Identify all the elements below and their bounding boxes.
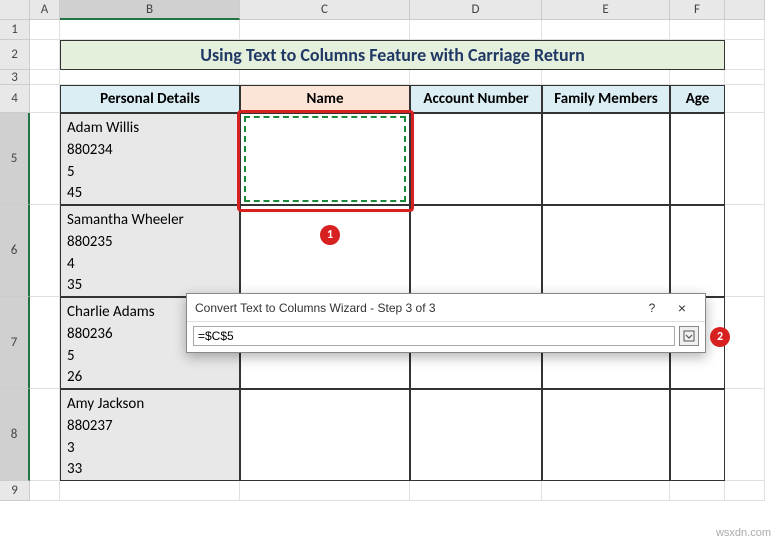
cell-c9[interactable] (240, 481, 410, 501)
cell-a3[interactable] (30, 70, 60, 85)
cell-b5[interactable]: Adam Willis 880234 5 45 (60, 113, 240, 205)
col-header-b[interactable]: B (60, 0, 240, 20)
cell-b1[interactable] (60, 20, 240, 40)
cell-b3[interactable] (60, 70, 240, 85)
title-cell[interactable]: Using Text to Columns Feature with Carri… (60, 40, 725, 70)
row-header-2[interactable]: 2 (0, 40, 30, 70)
collapse-dialog-button[interactable] (679, 326, 699, 346)
cell-e9[interactable] (542, 481, 670, 501)
watermark: wsxdn.com (716, 527, 771, 539)
callout-badge-2: 2 (710, 327, 730, 347)
destination-input[interactable] (193, 326, 675, 346)
cell-b6[interactable]: Samantha Wheeler 880235 4 35 (60, 205, 240, 297)
cell-g9[interactable] (725, 481, 765, 501)
cell-d8[interactable] (410, 389, 542, 481)
cell-c8[interactable] (240, 389, 410, 481)
header-name[interactable]: Name (240, 85, 410, 113)
cell-c6[interactable] (240, 205, 410, 297)
cell-g8[interactable] (725, 389, 765, 481)
spreadsheet-grid: A B C D E F 1 2 Using Text to Columns Fe… (0, 0, 781, 501)
cell-a2[interactable] (30, 40, 60, 70)
col-header-c[interactable]: C (240, 0, 410, 20)
header-family-members[interactable]: Family Members (542, 85, 670, 113)
collapse-icon (683, 330, 695, 342)
row-header-3[interactable]: 3 (0, 70, 30, 85)
col-header-e[interactable]: E (542, 0, 670, 20)
cell-c1[interactable] (240, 20, 410, 40)
cell-g1[interactable] (725, 20, 765, 40)
cell-e3[interactable] (542, 70, 670, 85)
header-account-number[interactable]: Account Number (410, 85, 542, 113)
cell-b9[interactable] (60, 481, 240, 501)
cell-a7[interactable] (30, 297, 60, 389)
cell-c5[interactable] (240, 113, 410, 205)
cell-f9[interactable] (670, 481, 725, 501)
row-header-4[interactable]: 4 (0, 85, 30, 113)
cell-g7[interactable] (725, 297, 765, 389)
cell-e6[interactable] (542, 205, 670, 297)
cell-a4[interactable] (30, 85, 60, 113)
cell-d3[interactable] (410, 70, 542, 85)
row-header-5[interactable]: 5 (0, 113, 30, 205)
cell-a6[interactable] (30, 205, 60, 297)
col-header-d[interactable]: D (410, 0, 542, 20)
cell-a1[interactable] (30, 20, 60, 40)
cell-e5[interactable] (542, 113, 670, 205)
row-header-8[interactable]: 8 (0, 389, 30, 481)
cell-a8[interactable] (30, 389, 60, 481)
header-personal-details[interactable]: Personal Details (60, 85, 240, 113)
select-all-corner[interactable] (0, 0, 30, 20)
cell-f5[interactable] (670, 113, 725, 205)
row-header-7[interactable]: 7 (0, 297, 30, 389)
col-header-f[interactable]: F (670, 0, 725, 20)
cell-f8[interactable] (670, 389, 725, 481)
cell-d6[interactable] (410, 205, 542, 297)
cell-f3[interactable] (670, 70, 725, 85)
cell-d9[interactable] (410, 481, 542, 501)
dialog-titlebar[interactable]: Convert Text to Columns Wizard - Step 3 … (187, 294, 705, 322)
cell-g3[interactable] (725, 70, 765, 85)
row-header-6[interactable]: 6 (0, 205, 30, 297)
text-to-columns-dialog: Convert Text to Columns Wizard - Step 3 … (186, 293, 706, 353)
row-header-9[interactable]: 9 (0, 481, 30, 501)
dialog-close-button[interactable]: × (667, 300, 697, 316)
cell-g5[interactable] (725, 113, 765, 205)
header-age[interactable]: Age (670, 85, 725, 113)
col-header-blank (725, 0, 765, 20)
dialog-help-button[interactable]: ? (637, 301, 667, 315)
cell-g4[interactable] (725, 85, 765, 113)
cell-d1[interactable] (410, 20, 542, 40)
cell-f6[interactable] (670, 205, 725, 297)
cell-e8[interactable] (542, 389, 670, 481)
cell-a9[interactable] (30, 481, 60, 501)
cell-c3[interactable] (240, 70, 410, 85)
cell-b8[interactable]: Amy Jackson 880237 3 33 (60, 389, 240, 481)
cell-f1[interactable] (670, 20, 725, 40)
dialog-body (187, 322, 705, 352)
cell-g2[interactable] (725, 40, 765, 70)
cell-g6[interactable] (725, 205, 765, 297)
cell-d5[interactable] (410, 113, 542, 205)
cell-e1[interactable] (542, 20, 670, 40)
callout-badge-1: 1 (320, 225, 340, 245)
cell-a5[interactable] (30, 113, 60, 205)
dialog-title: Convert Text to Columns Wizard - Step 3 … (195, 301, 637, 315)
col-header-a[interactable]: A (30, 0, 60, 20)
row-header-1[interactable]: 1 (0, 20, 30, 40)
